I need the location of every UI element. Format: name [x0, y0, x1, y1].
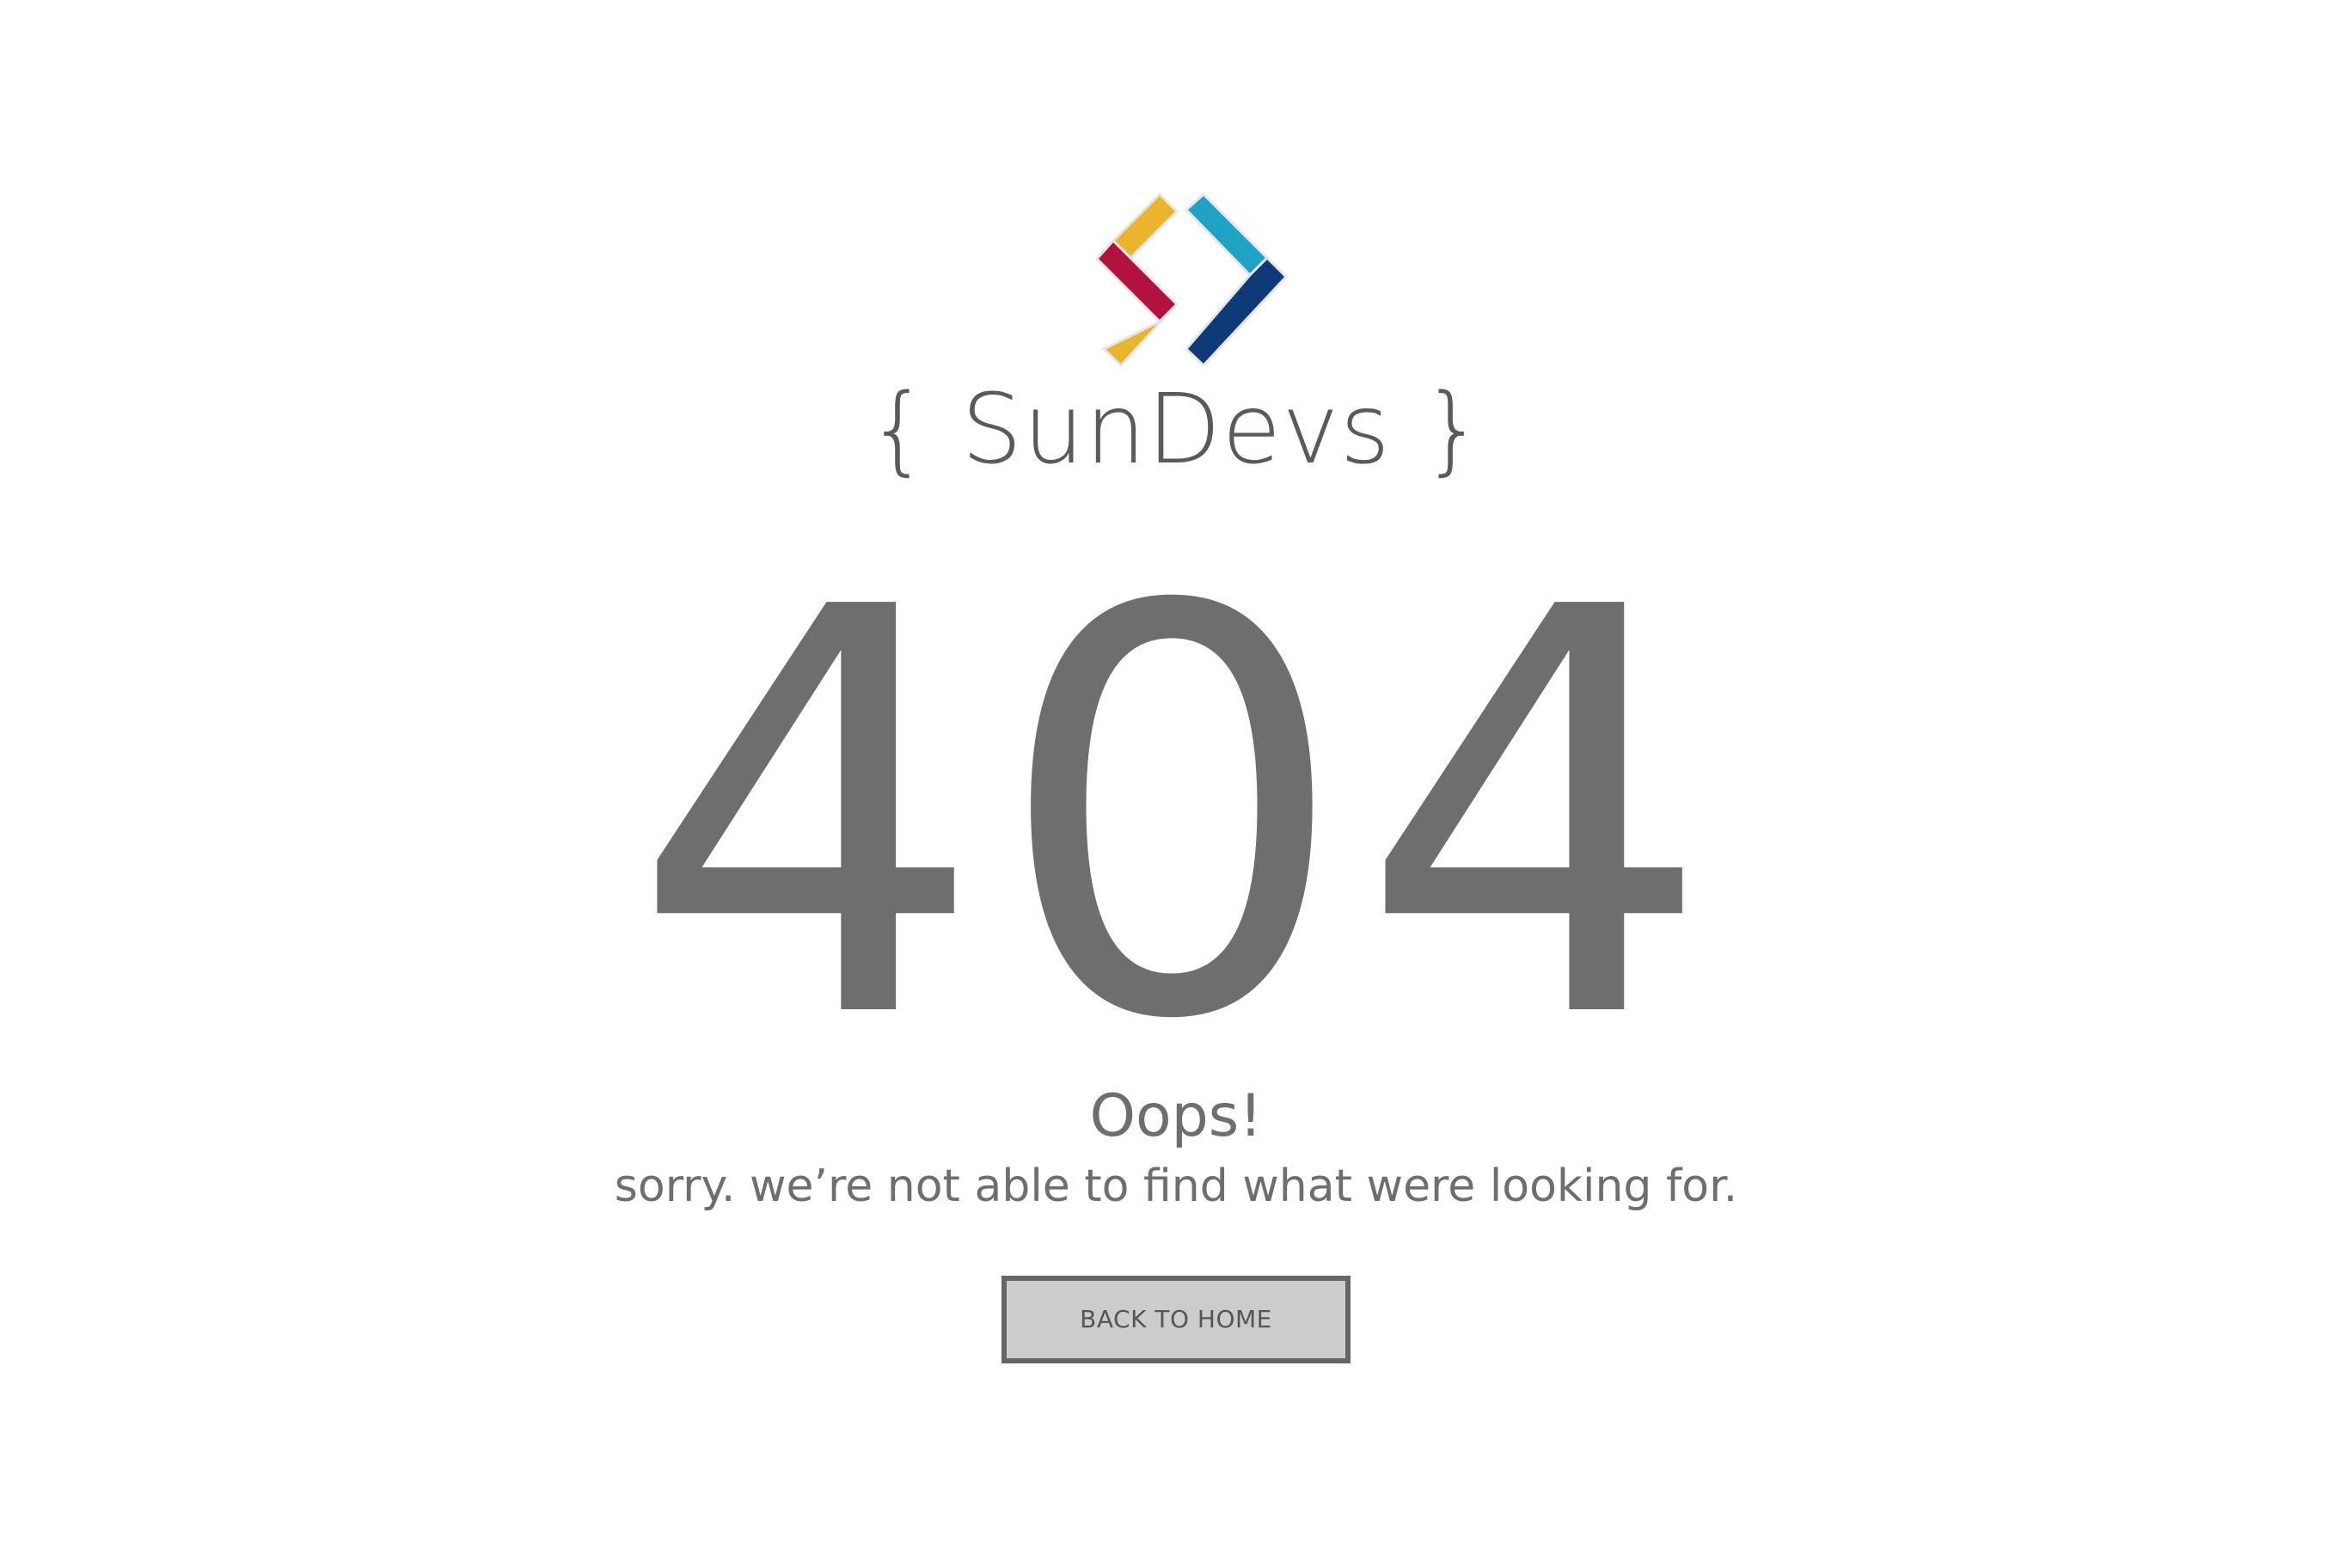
- sundevs-logo-icon: [1095, 192, 1289, 368]
- logo-left-chevron: [1095, 192, 1179, 368]
- brand-name: SunDevs: [961, 374, 1391, 486]
- brand-brace-close: }: [1422, 374, 1485, 486]
- error-title: Oops!: [1089, 1082, 1263, 1150]
- back-to-home-button[interactable]: BACK TO HOME: [1001, 1276, 1351, 1363]
- not-found-page: { SunDevs } 404 Oops! sorry. we’re not a…: [0, 0, 2352, 1568]
- logo-right-chevron: [1184, 192, 1289, 368]
- error-code: 404: [629, 492, 1723, 1142]
- brand-wordmark: { SunDevs }: [0, 370, 2352, 490]
- error-message: sorry. we’re not able to find what were …: [614, 1161, 1738, 1212]
- brand-brace-open: {: [867, 374, 930, 486]
